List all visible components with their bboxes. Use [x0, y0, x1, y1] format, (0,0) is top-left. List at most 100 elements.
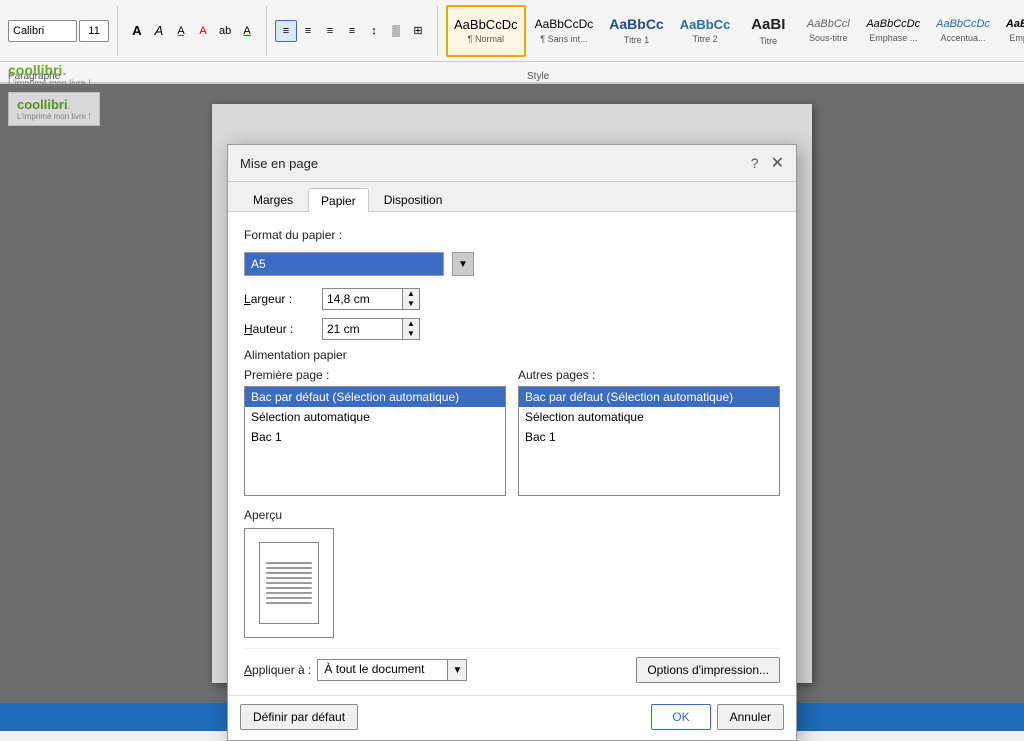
tab-papier[interactable]: Papier — [308, 188, 369, 212]
apply-row: Appliquer à : À tout le document ▼ — [244, 659, 467, 681]
underline-btn[interactable]: A̲ — [170, 20, 192, 42]
style-sous-titre[interactable]: AaBbCcl Sous-titre — [799, 5, 857, 57]
premiere-item-2[interactable]: Sélection automatique — [245, 407, 505, 427]
dialog-close-btn[interactable]: ✕ — [771, 153, 784, 173]
hauteur-label: Hauteur : — [244, 322, 314, 336]
preview-line-2 — [266, 567, 312, 569]
font-size-btn[interactable]: 11 — [79, 20, 109, 42]
style-accent-preview: AaBbCcDc — [936, 18, 990, 31]
appliquer-select-field[interactable]: À tout le document — [317, 659, 447, 681]
format-section: A A A̲ A ab A — [126, 6, 267, 56]
premiere-item-3[interactable]: Bac 1 — [245, 427, 505, 447]
largeur-spinbox: ▲ ▼ — [322, 288, 420, 310]
style-titre2[interactable]: AaBbCc Titre 2 — [673, 5, 738, 57]
justify-btn[interactable]: ≡ — [341, 20, 363, 42]
autres-item-3[interactable]: Bac 1 — [519, 427, 779, 447]
hauteur-spinbox: ▲ ▼ — [322, 318, 420, 340]
style-titre2-label: Titre 2 — [692, 34, 717, 44]
dialog-overlay: Mise en page ? ✕ Marges Papier Dispositi… — [0, 84, 1024, 703]
autres-pages-label: Autres pages : — [518, 368, 780, 382]
line-spacing-btn[interactable]: ↕ — [363, 20, 385, 42]
premiere-page-label: Première page : — [244, 368, 506, 382]
hauteur-input[interactable] — [322, 318, 402, 340]
largeur-down-btn[interactable]: ▼ — [403, 299, 419, 309]
ok-btn[interactable]: OK — [651, 704, 710, 730]
align-left-btn[interactable]: ≡ — [275, 20, 297, 42]
autres-item-1[interactable]: Bac par défaut (Sélection automatique) — [519, 387, 779, 407]
premiere-item-1[interactable]: Bac par défaut (Sélection automatique) — [245, 387, 505, 407]
largeur-input[interactable] — [322, 288, 402, 310]
appliquer-label: Appliquer à : — [244, 663, 311, 677]
dialog-action-row: Définir par défaut OK Annuler — [228, 695, 796, 740]
font-name-btn[interactable]: Calibri — [8, 20, 77, 42]
highlight-btn[interactable]: ab — [214, 20, 236, 42]
dialog-footer-row: Appliquer à : À tout le document ▼ Optio… — [244, 648, 780, 683]
apercu-title: Aperçu — [244, 508, 780, 522]
style-titre[interactable]: AaBI Titre — [739, 5, 797, 57]
coollibri-logo: coollibri. — [8, 62, 91, 78]
tab-bar: Paragraphe Style — [0, 62, 1024, 84]
format-select[interactable]: A5 — [244, 252, 444, 276]
shading-btn[interactable]: ▒ — [385, 20, 407, 42]
style-emphase-label: Emphase ... — [869, 33, 917, 43]
format-value: A5 — [251, 257, 266, 271]
definir-par-defaut-btn[interactable]: Définir par défaut — [240, 704, 358, 730]
style-sous-preview: AaBbCcl — [807, 18, 850, 31]
preview-section: Aperçu — [244, 508, 780, 638]
alimentation-title: Alimentation papier — [244, 348, 780, 362]
dialog-titlebar: Mise en page ? ✕ — [228, 145, 796, 182]
largeur-row: Largeur : ▲ ▼ — [244, 288, 780, 310]
borders-btn[interactable]: ⊞ — [407, 20, 429, 42]
bold-btn[interactable]: A — [126, 20, 148, 42]
italic-btn[interactable]: A — [148, 20, 170, 42]
annuler-btn[interactable]: Annuler — [717, 704, 784, 730]
style-normal-label: ¶ Normal — [468, 34, 504, 44]
premiere-page-list[interactable]: Bac par défaut (Sélection automatique) S… — [244, 386, 506, 496]
dialog-help-btn[interactable]: ? — [747, 155, 763, 171]
options-btn[interactable]: Options d'impression... — [636, 657, 780, 683]
premiere-page-col: Première page : Bac par défaut (Sélectio… — [244, 368, 506, 496]
style-emphase[interactable]: AaBbCcDc Emphase ... — [859, 5, 927, 57]
dialog-controls: ? ✕ — [747, 153, 784, 173]
style-emphasei-preview: AaBbCcDc — [1006, 18, 1024, 31]
style-accent-label: Accentua... — [940, 33, 985, 43]
tab-marges[interactable]: Marges — [240, 188, 306, 211]
tab-disposition[interactable]: Disposition — [371, 188, 456, 211]
color-btn[interactable]: A — [192, 20, 214, 42]
autres-pages-col: Autres pages : Bac par défaut (Sélection… — [518, 368, 780, 496]
style-accentuation[interactable]: AaBbCcDc Accentua... — [929, 5, 997, 57]
style-normal[interactable]: AaBbCcDc ¶ Normal — [446, 5, 526, 57]
align-right-btn[interactable]: ≡ — [319, 20, 341, 42]
style-titre1-label: Titre 1 — [624, 35, 649, 45]
format-select-arrow[interactable]: ▼ — [452, 252, 474, 276]
style-sans-preview: AaBbCcDc — [535, 17, 594, 31]
preview-line-5 — [266, 582, 312, 584]
style-titre1[interactable]: AaBbCc Titre 1 — [602, 5, 670, 57]
format-select-row: A5 ▼ — [244, 252, 780, 276]
autres-pages-list[interactable]: Bac par défaut (Sélection automatique) S… — [518, 386, 780, 496]
preview-line-6 — [266, 587, 312, 589]
preview-line-9 — [266, 602, 312, 604]
paper-feed-cols: Première page : Bac par défaut (Sélectio… — [244, 368, 780, 496]
style-titre2-preview: AaBbCc — [680, 17, 731, 33]
format-label: Format du papier : — [244, 228, 342, 242]
paper-feed-section: Alimentation papier Première page : Bac … — [244, 348, 780, 496]
document-area: coollibri. L'imprimé mon livre ! Depu fi… — [0, 84, 1024, 703]
dialog-body: Format du papier : A5 ▼ Largeur : ▲ — [228, 212, 796, 695]
style-sans-int[interactable]: AaBbCcDc ¶ Sans int... — [528, 5, 601, 57]
largeur-label: Largeur : — [244, 292, 314, 306]
autres-item-2[interactable]: Sélection automatique — [519, 407, 779, 427]
style-label-bar: Style — [527, 71, 549, 82]
style-emphase-i[interactable]: AaBbCcDc Emphase i... — [999, 5, 1024, 57]
style-sous-label: Sous-titre — [809, 33, 848, 43]
format-row: Format du papier : — [244, 228, 780, 242]
font-color-btn[interactable]: A — [236, 20, 258, 42]
toolbar: coollibri. L'imprimé mon livre ! Calibri… — [0, 0, 1024, 62]
hauteur-up-btn[interactable]: ▲ — [403, 319, 419, 329]
appliquer-select-arrow[interactable]: ▼ — [447, 659, 467, 681]
style-normal-preview: AaBbCcDc — [454, 17, 518, 33]
hauteur-down-btn[interactable]: ▼ — [403, 329, 419, 339]
largeur-up-btn[interactable]: ▲ — [403, 289, 419, 299]
preview-box — [244, 528, 334, 638]
align-center-btn[interactable]: ≡ — [297, 20, 319, 42]
